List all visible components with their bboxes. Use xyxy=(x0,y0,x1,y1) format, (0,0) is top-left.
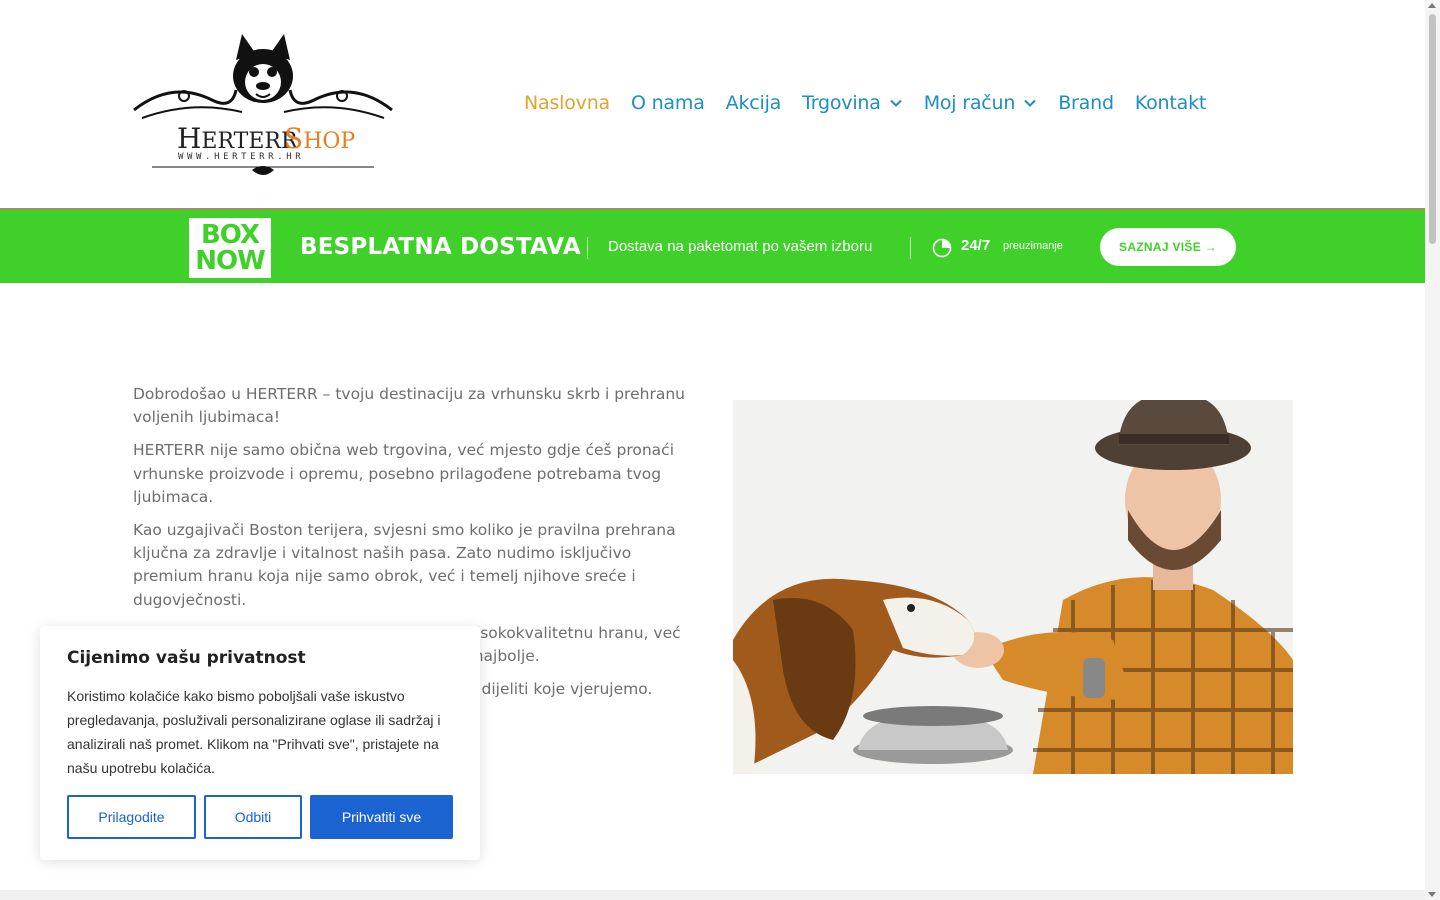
nav-item-naslovna[interactable]: Naslovna xyxy=(524,92,610,114)
cookie-buttons: Prilagodite Odbiti Prihvatiti sve xyxy=(67,795,453,839)
divider xyxy=(910,237,911,259)
boxnow-logo: BOX NOW xyxy=(189,218,271,278)
scroll-up-arrow-icon[interactable] xyxy=(1428,3,1436,8)
nav-label: Kontakt xyxy=(1134,92,1207,114)
banner-pickup: preuzimanje xyxy=(1003,240,1063,252)
nav-item-brand[interactable]: Brand xyxy=(1058,92,1114,114)
cookie-reject-button[interactable]: Odbiti xyxy=(204,795,302,839)
nav-label: Moj račun xyxy=(923,92,1016,114)
main-nav: Naslovna O nama Akcija Trgovina Moj raču… xyxy=(524,92,1227,114)
cookie-title: Cijenimo vašu privatnost xyxy=(67,648,306,668)
boxnow-logo-line2: NOW xyxy=(195,246,266,276)
divider xyxy=(587,237,588,259)
nav-label: Naslovna xyxy=(524,92,610,114)
banner-hours: 24/7 xyxy=(961,237,991,254)
nav-label: O nama xyxy=(631,92,705,114)
svg-text:HERTERR: HERTERR xyxy=(177,122,299,155)
nav-item-kontakt[interactable]: Kontakt xyxy=(1134,92,1207,114)
nav-item-akcija[interactable]: Akcija xyxy=(725,92,782,114)
nav-label: Akcija xyxy=(725,92,782,114)
nav-item-moj-racun[interactable]: Moj račun xyxy=(924,92,1038,114)
intro-paragraph: Dobrodošao u HERTERR – tvoju destinaciju… xyxy=(133,385,685,427)
herterr-shop-logo[interactable]: HERTERR SHOP WWW.HERTERR.HR xyxy=(132,30,394,180)
nav-label: Brand xyxy=(1058,92,1114,114)
cookie-text: Koristimo kolačiće kako bismo poboljšali… xyxy=(67,688,441,776)
scrollbar-thumb[interactable] xyxy=(1429,14,1436,244)
man-feeding-beagle-image xyxy=(733,400,1293,774)
svg-text:SHOP: SHOP xyxy=(284,122,355,155)
nav-label: Trgovina xyxy=(802,92,881,114)
intro-paragraph: Kao uzgajivači Boston terijera, svjesni … xyxy=(133,521,676,609)
delivery-banner: BOX NOW BESPLATNA DOSTAVA Dostava na pak… xyxy=(0,208,1425,283)
svg-text:WWW.HERTERR.HR: WWW.HERTERR.HR xyxy=(178,152,304,162)
nav-item-o-nama[interactable]: O nama xyxy=(631,92,705,114)
boxnow-logo-line1: BOX xyxy=(200,220,260,250)
nav-item-trgovina[interactable]: Trgovina xyxy=(802,92,903,114)
intro-paragraph: HERTERR nije samo obična web trgovina, v… xyxy=(133,441,675,506)
chevron-down-icon xyxy=(889,99,902,107)
banner-subtitle: Dostava na paketomat po vašem izboru xyxy=(608,238,873,255)
site-header: HERTERR SHOP WWW.HERTERR.HR Naslovna O n… xyxy=(0,0,1425,208)
cookie-accept-all-button[interactable]: Prihvatiti sve xyxy=(310,795,453,839)
cookie-customize-button[interactable]: Prilagodite xyxy=(67,795,196,839)
banner-title: BESPLATNA DOSTAVA xyxy=(300,234,581,260)
cookie-consent-dialog: Cijenimo vašu privatnost Koristimo kolač… xyxy=(40,626,480,860)
footer-strip xyxy=(0,890,1425,900)
learn-more-button[interactable]: SAZNAJ VIŠE → xyxy=(1100,228,1236,266)
scroll-down-arrow-icon[interactable] xyxy=(1428,892,1436,897)
chevron-down-icon xyxy=(1024,99,1036,107)
page-scrollbar[interactable] xyxy=(1425,0,1440,900)
clock-icon xyxy=(932,238,952,258)
